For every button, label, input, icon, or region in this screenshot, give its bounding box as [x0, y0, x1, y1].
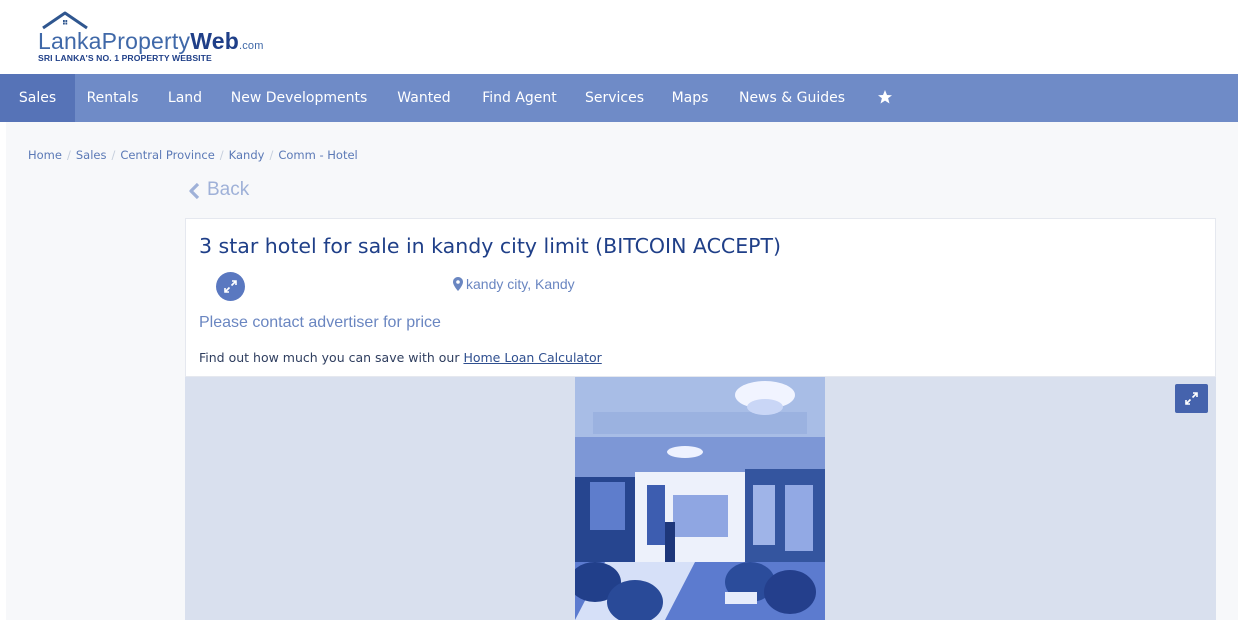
nav-find-agent[interactable]: Find Agent [474, 74, 565, 122]
logo-tagline: SRI LANKA'S NO. 1 PROPERTY WEBSITE [38, 53, 212, 63]
breadcrumb-separator: / [66, 148, 71, 162]
chevron-left-icon [189, 183, 200, 199]
breadcrumb-separator: / [269, 148, 274, 162]
breadcrumb-comm-hotel[interactable]: Comm - Hotel [278, 148, 357, 162]
breadcrumb-sales[interactable]: Sales [76, 148, 107, 162]
back-label: Back [207, 179, 250, 200]
nav-sales[interactable]: Sales [0, 74, 75, 122]
expand-arrows-icon [1185, 392, 1198, 405]
loan-calculator-line: Find out how much you can save with our … [199, 350, 602, 365]
nav-maps[interactable]: Maps [664, 74, 716, 122]
nav-services[interactable]: Services [577, 74, 652, 122]
price-note: Please contact advertiser for price [199, 314, 441, 331]
hotel-lobby-photo[interactable] [575, 377, 825, 620]
hotel-lobby-image [575, 377, 825, 620]
map-pin-icon [453, 277, 463, 291]
page-left-edge [0, 122, 6, 620]
expand-arrows-icon [224, 280, 237, 293]
nav-wanted[interactable]: Wanted [390, 74, 458, 122]
site-logo[interactable]: LankaPropertyWeb.com SRI LANKA'S NO. 1 P… [38, 10, 278, 68]
logo-wordmark: LankaPropertyWeb.com [38, 28, 264, 54]
site-header: LankaPropertyWeb.com SRI LANKA'S NO. 1 P… [0, 0, 1238, 74]
breadcrumb-separator: / [219, 148, 224, 162]
fullscreen-toggle-button[interactable] [216, 272, 245, 301]
nav-new-developments[interactable]: New Developments [226, 74, 372, 122]
loan-calculator-text: Find out how much you can save with our [199, 350, 464, 365]
breadcrumb-home[interactable]: Home [28, 148, 62, 162]
nav-land[interactable]: Land [156, 74, 214, 122]
nav-rentals[interactable]: Rentals [75, 74, 150, 122]
gallery-fullscreen-button[interactable] [1175, 384, 1208, 413]
main-nav: Sales Rentals Land New Developments Want… [0, 74, 1238, 122]
home-loan-calculator-link[interactable]: Home Loan Calculator [463, 350, 601, 365]
breadcrumb: Home / Sales / Central Province / Kandy / Comm -… [28, 148, 358, 162]
listing-summary-card: 3 star hotel for sale in kandy city limi… [185, 218, 1216, 377]
house-roof-icon [42, 11, 88, 30]
nav-news-guides[interactable]: News & Guides [732, 74, 852, 122]
listing-title: 3 star hotel for sale in kandy city limi… [199, 234, 782, 258]
breadcrumb-kandy[interactable]: Kandy [229, 148, 265, 162]
photo-gallery[interactable] [185, 377, 1216, 620]
breadcrumb-separator: / [111, 148, 116, 162]
breadcrumb-central-province[interactable]: Central Province [120, 148, 214, 162]
star-icon[interactable] [877, 89, 893, 105]
location-text: kandy city, Kandy [466, 276, 575, 292]
